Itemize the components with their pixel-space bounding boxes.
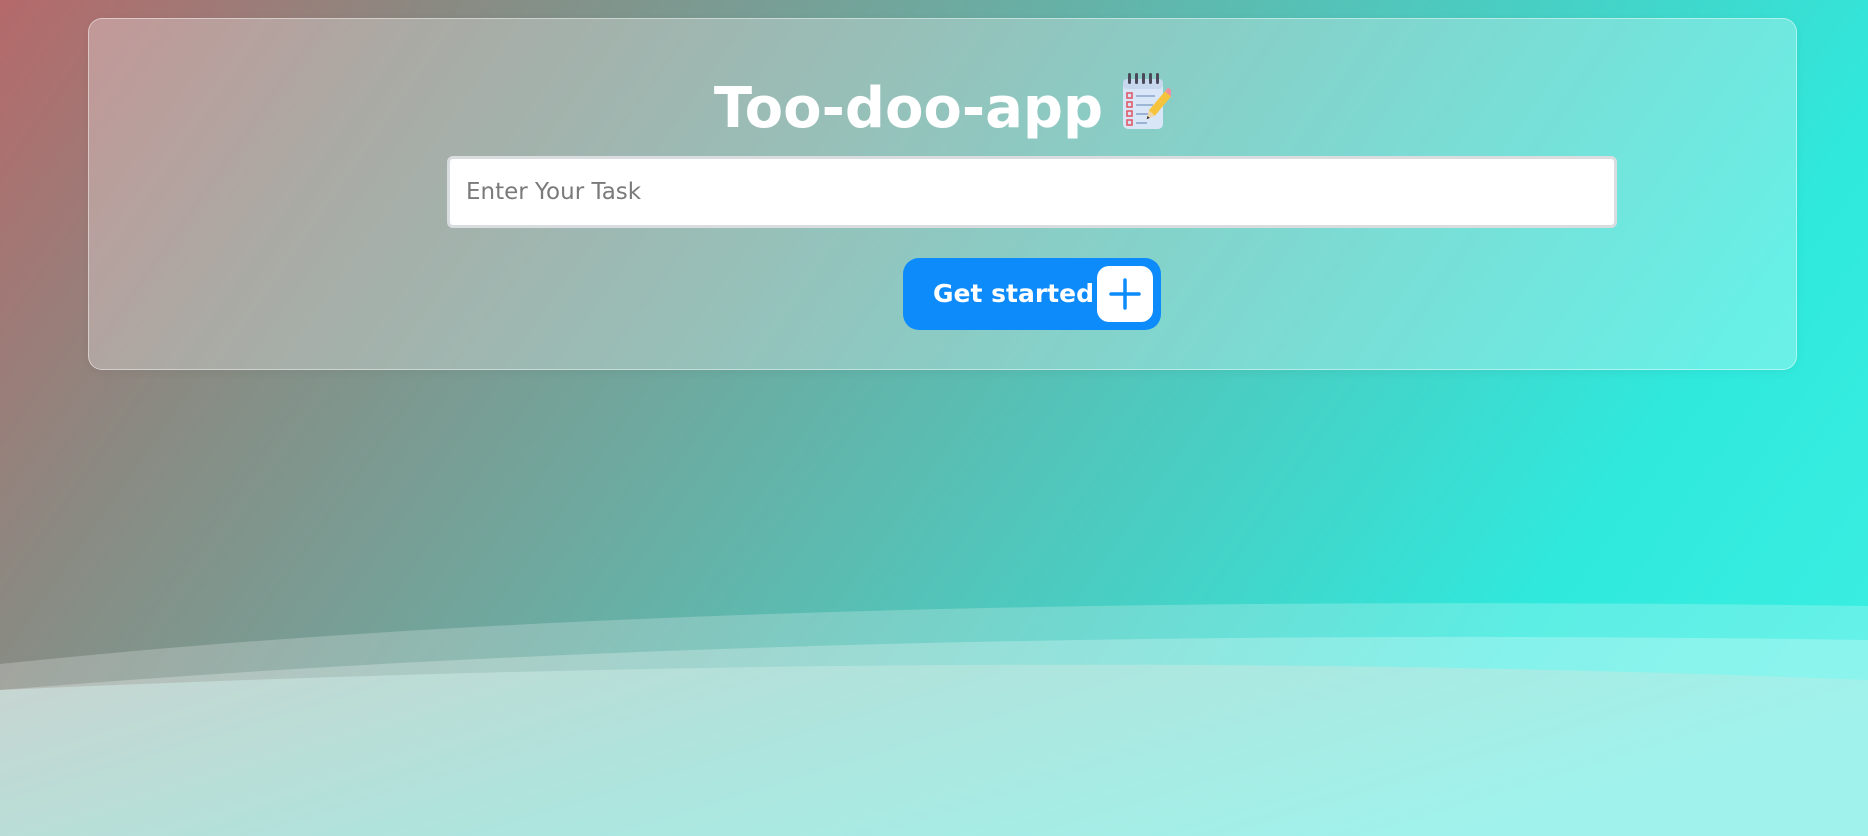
task-input[interactable]	[447, 156, 1617, 228]
page-title: Too-doo-app	[89, 71, 1796, 144]
page-title-text: Too-doo-app	[713, 76, 1104, 141]
todo-card: Too-doo-app Enter Your Task Get started	[88, 18, 1797, 370]
get-started-button[interactable]: Get started	[903, 258, 1161, 330]
plus-icon	[1097, 266, 1153, 322]
notepad-pencil-icon	[1123, 73, 1172, 129]
get-started-label: Get started	[933, 279, 1094, 308]
